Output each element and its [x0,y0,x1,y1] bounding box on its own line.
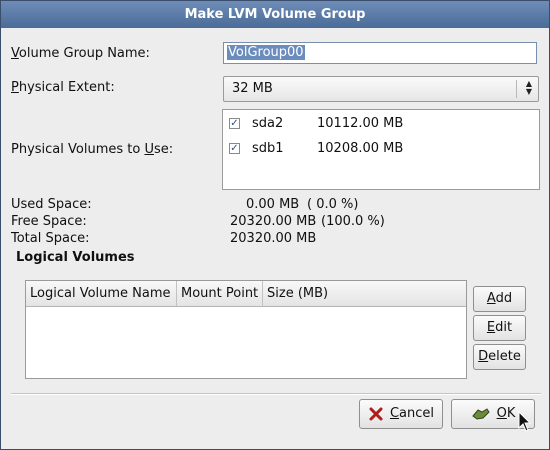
column-header-size[interactable]: Size (MB) [263,281,466,306]
cancel-button[interactable]: Cancel [359,399,443,429]
volume-group-name-label-rest: olume Group Name: [18,46,150,61]
delete-label: Delete [478,349,521,364]
add-label: Add [486,291,513,306]
checkmark-icon: ✓ [230,118,239,129]
used-space-label: Used Space: [11,197,92,212]
checkbox-sda2[interactable]: ✓ [229,118,240,129]
mouse-cursor-icon [518,411,532,432]
physical-extent-combo[interactable]: 32 MB ▲ ▼ [223,76,539,102]
edit-button[interactable]: Edit [473,315,526,341]
spin-arrows-icon: ▲ ▼ [525,79,532,96]
physical-extent-value: 32 MB [232,81,273,96]
logical-volumes-table[interactable]: Logical Volume Name Mount Point Size (MB… [25,280,467,379]
cancel-label: Cancel [389,406,435,421]
column-header-lv-name[interactable]: Logical Volume Name [26,281,177,306]
pv-size: 10112.00 MB [317,116,404,131]
used-space-percent: ( 0.0 %) [307,197,359,212]
volume-group-name-input[interactable]: VolGroup00 [223,42,537,64]
dialog-title: Make LVM Volume Group [1,1,549,28]
delete-button[interactable]: Delete [473,344,526,370]
pv-name: sdb1 [252,141,284,156]
pv-size: 10208.00 MB [317,141,404,156]
ok-label: OK [496,406,516,421]
checkbox-sdb1[interactable]: ✓ [229,143,240,154]
table-header: Logical Volume Name Mount Point Size (MB… [26,281,466,307]
combo-separator [516,80,517,98]
physical-volumes-list[interactable]: ✓ sda2 10112.00 MB ✓ sdb1 10208.00 MB [222,109,540,190]
free-space-percent: (100.0 %) [321,214,385,229]
total-space-value: 20320.00 MB [230,231,317,246]
physical-extent-label: Physical Extent: [11,80,115,95]
total-space-label: Total Space: [11,231,90,246]
pv-name: sda2 [252,116,284,131]
free-space-value: 20320.00 MB [230,214,317,229]
volume-group-name-value[interactable]: VolGroup00 [227,45,305,60]
separator [11,393,541,395]
checkmark-icon: ✓ [230,143,239,154]
edit-label: Edit [486,320,513,335]
volume-group-name-label: Volume Group Name: [11,46,150,61]
ok-hand-icon [471,407,490,420]
pv-row-sdb1[interactable]: ✓ sdb1 10208.00 MB [223,140,539,160]
column-header-mount-point[interactable]: Mount Point [177,281,263,306]
pv-row-sda2[interactable]: ✓ sda2 10112.00 MB [223,115,539,135]
logical-volumes-title: Logical Volumes [16,250,135,265]
physical-volumes-label: Physical Volumes to Use: [11,142,174,157]
cancel-x-icon [369,407,383,420]
add-button[interactable]: Add [473,286,526,312]
used-space-value: 0.00 MB [246,197,300,212]
make-lvm-volume-group-dialog: Make LVM Volume Group Volume Group Name:… [0,0,550,450]
free-space-label: Free Space: [11,214,87,229]
